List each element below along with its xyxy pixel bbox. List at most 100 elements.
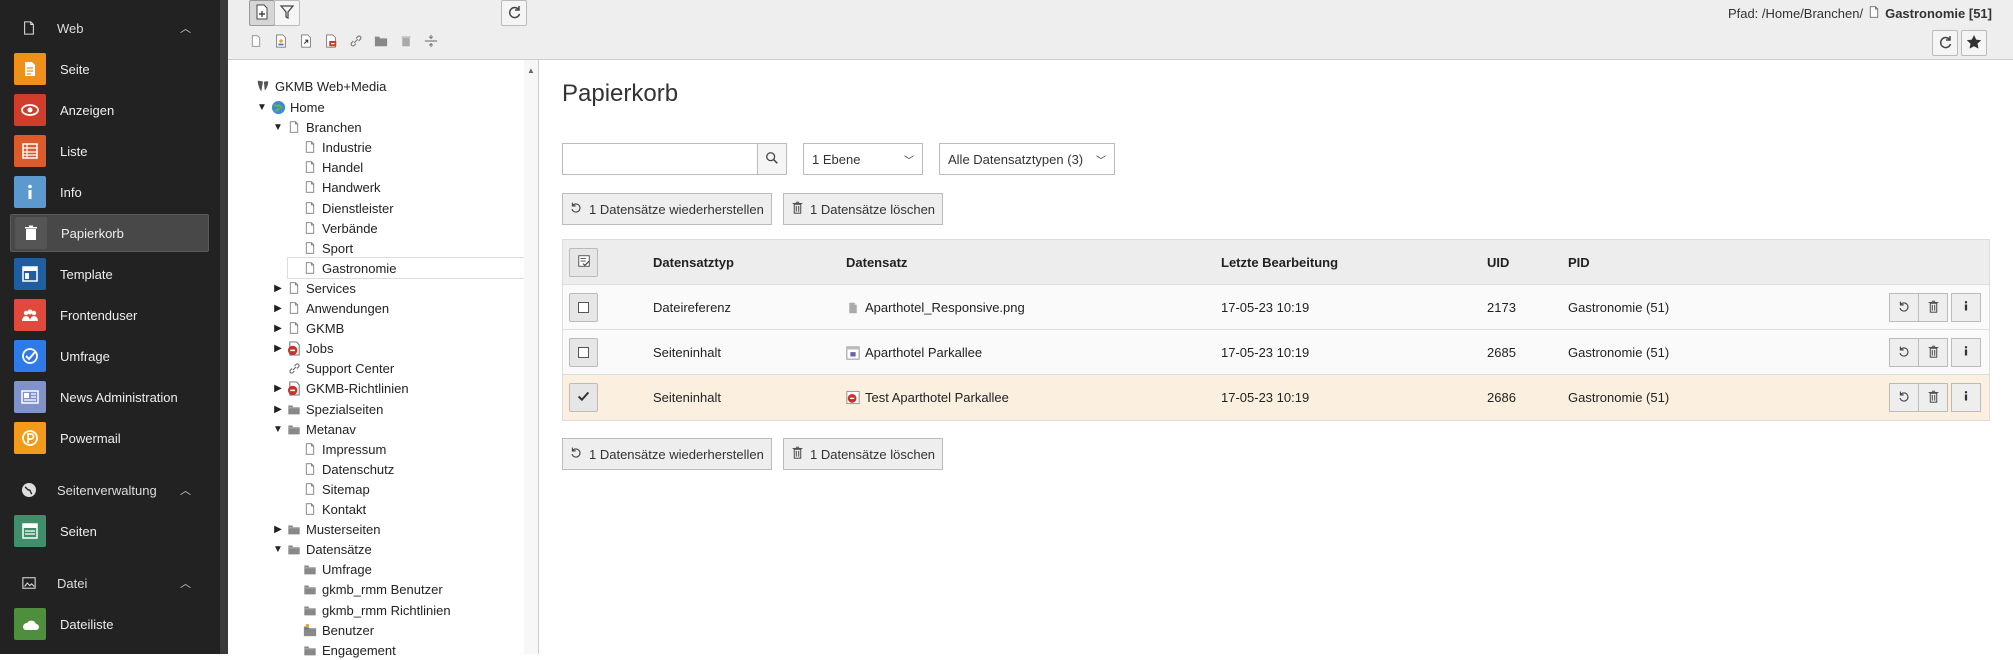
row-restore-button[interactable]: [1889, 293, 1919, 322]
row-restore-button[interactable]: [1889, 338, 1919, 367]
tree-node[interactable]: ▶ GKMB: [272, 318, 344, 338]
delete-selected-button-bottom[interactable]: 1 Datensätze löschen: [783, 438, 944, 470]
tree-node[interactable]: Handel: [288, 157, 363, 177]
bookmark-button[interactable]: [1961, 30, 1987, 56]
row-restore-button[interactable]: [1889, 383, 1919, 412]
link-page-icon[interactable]: [348, 33, 364, 49]
tree-node[interactable]: Kontakt: [288, 499, 366, 519]
module-papierkorb[interactable]: Papierkorb: [10, 214, 209, 252]
backend-user-section-icon[interactable]: [273, 33, 289, 49]
tree-node[interactable]: ▼ Branchen: [272, 117, 362, 137]
row-delete-button[interactable]: [1918, 383, 1948, 412]
tree-node[interactable]: ▶ Spezialseiten: [272, 399, 383, 419]
row-info-button[interactable]: [1951, 338, 1981, 367]
tree-node[interactable]: Engagement: [288, 640, 396, 660]
module-seiten[interactable]: Seiten: [10, 512, 209, 550]
col-header-uid[interactable]: UID: [1487, 240, 1509, 285]
module-frontenduser[interactable]: Frontenduser: [10, 296, 209, 334]
collapsed-toggle-icon[interactable]: ▶: [272, 524, 284, 535]
group-seitenverwaltung[interactable]: Seitenverwaltung ︿: [0, 470, 220, 510]
tree-refresh-button[interactable]: [501, 0, 527, 26]
module-info[interactable]: Info: [10, 173, 209, 211]
tree-root[interactable]: GKMB Web+Media: [253, 76, 386, 96]
tree-node[interactable]: Industrie: [288, 137, 372, 157]
spacer-page-icon[interactable]: [423, 33, 439, 49]
tree-node[interactable]: Dienstleister: [288, 198, 394, 218]
record-type-select[interactable]: Alle Datensatztypen (3) ﹀: [939, 143, 1115, 175]
filter-button[interactable]: [274, 0, 300, 26]
delete-selected-button[interactable]: 1 Datensätze löschen: [783, 193, 944, 225]
tree-node[interactable]: Gastronomie: [287, 257, 537, 279]
tree-node[interactable]: ▼ Datensätze: [272, 539, 372, 559]
expanded-toggle-icon[interactable]: ▼: [256, 102, 268, 113]
table-row[interactable]: Seiteninhalt Test Aparthotel Parkallee 17-…: [563, 375, 1989, 420]
tree-node[interactable]: gkmb_rmm Richtlinien: [288, 600, 451, 620]
shortcut-page-icon[interactable]: [298, 33, 314, 49]
tree-node[interactable]: ▶ Anwendungen: [272, 298, 389, 318]
expanded-toggle-icon[interactable]: ▼: [272, 122, 284, 133]
module-powermail[interactable]: Powermail: [10, 419, 209, 457]
module-menu-scrollbar[interactable]: [220, 0, 228, 654]
expanded-toggle-icon[interactable]: ▼: [272, 424, 284, 435]
tree-node[interactable]: Support Center: [272, 358, 394, 378]
collapsed-toggle-icon[interactable]: ▶: [272, 404, 284, 415]
tree-node[interactable]: Sitemap: [288, 479, 370, 499]
tree-node-label: Engagement: [322, 642, 396, 658]
col-header-pid[interactable]: PID: [1568, 240, 1590, 285]
reload-button[interactable]: [1932, 30, 1958, 56]
tree-node[interactable]: ▶ GKMB-Richtlinien: [272, 378, 408, 398]
group-datei[interactable]: Datei ︿: [0, 563, 220, 603]
module-news-administration[interactable]: News Administration: [10, 378, 209, 416]
recycler-page-icon[interactable]: [398, 33, 414, 49]
search-input[interactable]: [562, 143, 758, 175]
tree-node[interactable]: Sport: [288, 238, 353, 258]
tree-scrollbar[interactable]: ▲: [524, 60, 538, 654]
collapsed-toggle-icon[interactable]: ▶: [272, 303, 284, 314]
module-seite[interactable]: Seite: [10, 50, 209, 88]
module-anzeigen[interactable]: Anzeigen: [10, 91, 209, 129]
row-info-button[interactable]: [1951, 383, 1981, 412]
tree-node[interactable]: Impressum: [288, 439, 386, 459]
restore-selected-button[interactable]: 1 Datensätze wiederherstellen: [562, 193, 772, 225]
collapsed-toggle-icon[interactable]: ▶: [272, 383, 284, 394]
module-liste[interactable]: Liste: [10, 132, 209, 170]
mountpoint-page-icon[interactable]: [323, 33, 339, 49]
tree-node[interactable]: Handwerk: [288, 177, 381, 197]
table-row[interactable]: Dateireferenz Aparthotel_Responsive.png 17…: [563, 285, 1989, 330]
tree-node[interactable]: ▼ Home: [256, 97, 325, 117]
row-checkbox[interactable]: [569, 338, 598, 367]
tree-node[interactable]: Benutzer: [288, 620, 374, 640]
row-delete-button[interactable]: [1918, 338, 1948, 367]
col-header-type[interactable]: Datensatztyp: [653, 240, 734, 285]
search-button[interactable]: [757, 143, 787, 175]
select-all-toggle[interactable]: [569, 248, 598, 277]
col-header-record[interactable]: Datensatz: [846, 240, 907, 285]
module-template[interactable]: Template: [10, 255, 209, 293]
tree-node[interactable]: gkmb_rmm Benutzer: [288, 579, 443, 599]
expanded-toggle-icon[interactable]: ▼: [272, 544, 284, 555]
collapsed-toggle-icon[interactable]: ▶: [272, 343, 284, 354]
tree-node[interactable]: ▼ Metanav: [272, 419, 356, 439]
collapsed-toggle-icon[interactable]: ▶: [272, 283, 284, 294]
row-delete-button[interactable]: [1918, 293, 1948, 322]
new-page-drag-button[interactable]: [249, 0, 275, 26]
tree-node[interactable]: Datenschutz: [288, 459, 394, 479]
folder-page-icon[interactable]: [373, 33, 389, 49]
tree-node[interactable]: ▶ Musterseiten: [272, 519, 380, 539]
row-checkbox[interactable]: [569, 383, 598, 412]
group-web[interactable]: Web ︿: [0, 8, 220, 48]
tree-node[interactable]: ▶ Services: [272, 278, 356, 298]
restore-selected-button-bottom[interactable]: 1 Datensätze wiederherstellen: [562, 438, 772, 470]
collapsed-toggle-icon[interactable]: ▶: [272, 323, 284, 334]
module-umfrage[interactable]: Umfrage: [10, 337, 209, 375]
tree-node[interactable]: Verbände: [288, 218, 378, 238]
page-doktype-icon[interactable]: [248, 33, 264, 49]
depth-select[interactable]: 1 Ebene ﹀: [803, 143, 923, 175]
tree-node[interactable]: Umfrage: [288, 559, 372, 579]
module-dateiliste[interactable]: Dateiliste: [10, 605, 209, 643]
col-header-last-edit[interactable]: Letzte Bearbeitung: [1221, 240, 1338, 285]
row-checkbox[interactable]: [569, 293, 598, 322]
tree-node[interactable]: ▶ Jobs: [272, 338, 333, 358]
row-info-button[interactable]: [1951, 293, 1981, 322]
table-row[interactable]: Seiteninhalt Aparthotel Parkallee 17-05-23…: [563, 330, 1989, 375]
